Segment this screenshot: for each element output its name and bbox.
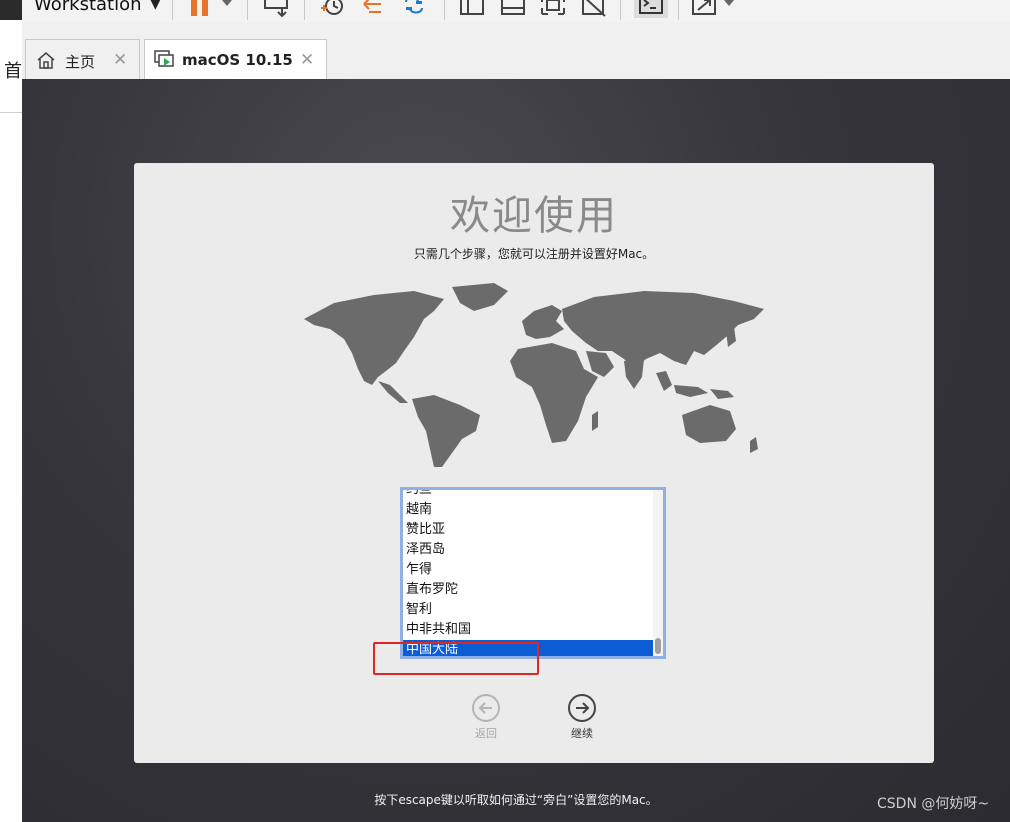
toolbar-divider <box>247 0 248 20</box>
toolbar-divider <box>304 0 305 20</box>
world-map-icon <box>304 283 764 467</box>
list-item[interactable]: 乍得 <box>403 560 655 580</box>
left-panel: 首 <box>0 0 23 822</box>
escape-hint: 按下escape键以听取如何通过“旁白”设置您的Mac。 <box>374 793 658 807</box>
tab-label: macOS 10.15 <box>182 51 293 69</box>
tab-home[interactable]: 主页 ✕ <box>25 39 140 79</box>
list-item[interactable]: 约旦 <box>403 490 655 500</box>
fullscreen-icon[interactable] <box>539 0 567 18</box>
send-keys-icon[interactable] <box>262 0 292 18</box>
snapshot-manager-icon[interactable] <box>400 0 428 18</box>
power-dropdown-icon[interactable] <box>188 0 236 18</box>
list-item[interactable]: 智利 <box>403 600 655 620</box>
toolbar-divider <box>172 0 173 20</box>
home-icon <box>37 52 55 69</box>
snapshot-revert-icon[interactable] <box>359 0 387 18</box>
stretch-icon[interactable] <box>690 0 738 18</box>
left-panel-glyph: 首 <box>4 61 22 82</box>
tab-label: 主页 <box>65 53 96 71</box>
vm-screen[interactable]: 欢迎使用 只需几个步骤，您就可以注册并设置好Mac。 约旦 越南 赞比亚 泽西岛… <box>22 79 1010 822</box>
list-scrollbar-thumb[interactable] <box>655 638 661 654</box>
list-scrollbar[interactable] <box>653 490 663 656</box>
forward-arrow-icon <box>568 694 596 722</box>
view-normal-icon[interactable] <box>458 0 486 18</box>
toolbar: Workstation ▼ <box>22 0 1010 22</box>
toolbar-divider <box>678 0 679 20</box>
watermark: CSDN @何妨呀~ <box>877 796 990 812</box>
list-item[interactable]: 中非共和国 <box>403 620 655 640</box>
welcome-title: 欢迎使用 <box>450 193 618 239</box>
highlight-annotation <box>373 642 539 675</box>
welcome-subtitle: 只需几个步骤，您就可以注册并设置好Mac。 <box>413 247 655 261</box>
country-list[interactable]: 约旦 越南 赞比亚 泽西岛 乍得 直布罗陀 智利 中非共和国 中国大陆 <box>400 487 666 659</box>
back-button[interactable]: 返回 <box>466 693 506 741</box>
app-title[interactable]: Workstation <box>34 0 142 15</box>
left-panel-dark-bar <box>0 0 22 20</box>
back-label: 返回 <box>475 727 497 740</box>
snapshot-take-icon[interactable] <box>318 0 346 18</box>
unity-icon[interactable] <box>580 0 608 18</box>
continue-button[interactable]: 继续 <box>562 693 602 741</box>
tab-strip: 主页 ✕ macOS 10.15 ✕ <box>22 22 1010 79</box>
toolbar-divider <box>444 0 445 20</box>
list-item[interactable]: 越南 <box>403 500 655 520</box>
vm-running-icon <box>154 50 174 67</box>
close-icon[interactable]: ✕ <box>113 50 127 70</box>
list-item[interactable]: 泽西岛 <box>403 540 655 560</box>
toolbar-divider <box>620 0 621 20</box>
list-item[interactable]: 赞比亚 <box>403 520 655 540</box>
view-console-icon[interactable] <box>499 0 527 18</box>
list-item[interactable]: 直布罗陀 <box>403 580 655 600</box>
app-menu-dropdown-icon[interactable]: ▼ <box>150 0 161 12</box>
close-icon[interactable]: ✕ <box>300 50 314 70</box>
back-arrow-icon <box>472 694 500 722</box>
continue-label: 继续 <box>571 727 593 740</box>
terminal-icon[interactable] <box>634 0 668 18</box>
tab-macos[interactable]: macOS 10.15 ✕ <box>144 39 327 79</box>
left-panel-divider <box>0 112 22 113</box>
